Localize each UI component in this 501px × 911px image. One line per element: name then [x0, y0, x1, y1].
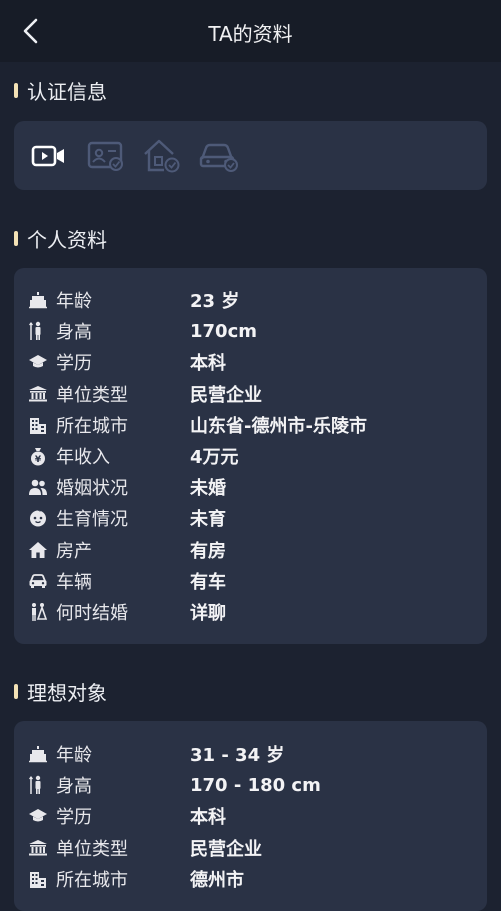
section-title-text: 理想对象 — [27, 680, 107, 705]
info-value: 4万元 — [190, 447, 239, 468]
section-marker — [14, 230, 18, 246]
graduation-cap-icon — [28, 806, 48, 826]
info-label: 学历 — [56, 807, 92, 829]
info-row: 所在城市 德州市 — [14, 867, 487, 891]
info-value: 有房 — [190, 540, 226, 562]
info-row: 婚姻状况 未婚 — [14, 475, 487, 499]
info-row: 房产 有房 — [14, 538, 487, 562]
info-label: 年龄 — [56, 745, 92, 766]
page-title: TA的资料 — [208, 22, 293, 46]
info-row: 所在城市 山东省-德州市-乐陵市 — [14, 413, 487, 437]
wedding-couple-icon — [28, 602, 48, 622]
info-label: 所在城市 — [56, 869, 128, 891]
top-nav-bar: TA的资料 — [0, 0, 501, 62]
info-value: 本科 — [190, 353, 226, 375]
info-row: 学历 本科 — [14, 804, 487, 828]
info-row: 年龄 23 岁 — [14, 288, 487, 312]
section-title-text: 个人资料 — [27, 227, 107, 252]
cake-icon — [28, 290, 48, 310]
info-value: 民营企业 — [190, 838, 262, 860]
info-value: 23 岁 — [190, 291, 240, 312]
section-marker — [14, 82, 18, 98]
institution-icon — [28, 838, 48, 858]
info-label: 婚姻状况 — [56, 478, 128, 500]
section-title-ideal: 理想对象 — [14, 678, 107, 705]
info-value: 山东省-德州市-乐陵市 — [190, 415, 367, 437]
profile-card: 年龄 23 岁身高 170cm 学历 本科单位类型 民营企业所在城市 山东省-德州市-乐陵市… — [14, 268, 487, 644]
info-row: ¥ 年收入 4万元 — [14, 444, 487, 468]
ideal-partner-card: 年龄 31 - 34 岁身高 170 - 180 cm 学历 本科单位类型 民营企业所在城… — [14, 721, 487, 911]
section-title-text: 认证信息 — [27, 79, 107, 104]
info-label: 身高 — [56, 776, 92, 798]
car-verified-icon[interactable] — [198, 137, 254, 175]
id-card-verified-icon[interactable] — [86, 137, 142, 175]
info-row: 车辆 有车 — [14, 569, 487, 593]
info-row: 学历 本科 — [14, 350, 487, 374]
city-building-icon — [28, 415, 48, 435]
info-row: 身高 170 - 180 cm — [14, 773, 487, 797]
info-value: 详聊 — [190, 603, 226, 624]
section-title-verification: 认证信息 — [14, 77, 107, 104]
info-label: 年收入 — [56, 447, 110, 468]
info-row: 何时结婚 详聊 — [14, 600, 487, 624]
info-label: 房产 — [56, 540, 92, 562]
info-value: 有车 — [190, 571, 226, 593]
info-value: 未育 — [190, 509, 226, 531]
height-icon — [28, 775, 48, 795]
info-label: 单位类型 — [56, 384, 128, 406]
institution-icon — [28, 384, 48, 404]
info-row: 单位类型 民营企业 — [14, 382, 487, 406]
info-value: 31 - 34 岁 — [190, 745, 285, 766]
city-building-icon — [28, 869, 48, 889]
cake-icon — [28, 744, 48, 764]
house-icon — [28, 540, 48, 560]
info-value: 民营企业 — [190, 384, 262, 406]
svg-text:¥: ¥ — [35, 455, 42, 465]
info-label: 所在城市 — [56, 415, 128, 437]
info-value: 170cm — [190, 320, 257, 342]
money-bag-icon: ¥ — [28, 446, 48, 466]
info-value: 未婚 — [190, 478, 226, 500]
info-label: 身高 — [56, 322, 92, 344]
baby-face-icon — [28, 508, 48, 528]
verification-card — [14, 121, 487, 190]
section-title-profile: 个人资料 — [14, 225, 107, 252]
info-row: 单位类型 民营企业 — [14, 836, 487, 860]
car-icon — [28, 571, 48, 591]
info-row: 年龄 31 - 34 岁 — [14, 742, 487, 766]
info-label: 单位类型 — [56, 838, 128, 860]
house-verified-icon[interactable] — [142, 137, 198, 175]
couple-icon — [28, 477, 48, 497]
info-value: 本科 — [190, 807, 226, 829]
info-label: 生育情况 — [56, 509, 128, 531]
info-row: 生育情况 未育 — [14, 506, 487, 530]
video-verified-icon[interactable] — [30, 137, 86, 175]
info-label: 车辆 — [56, 571, 92, 593]
height-icon — [28, 321, 48, 341]
info-row: 身高 170cm — [14, 319, 487, 343]
section-marker — [14, 683, 18, 699]
info-label: 年龄 — [56, 291, 92, 312]
info-value: 德州市 — [190, 869, 244, 891]
info-label: 学历 — [56, 353, 92, 375]
graduation-cap-icon — [28, 352, 48, 372]
info-label: 何时结婚 — [56, 603, 128, 624]
info-value: 170 - 180 cm — [190, 774, 321, 796]
